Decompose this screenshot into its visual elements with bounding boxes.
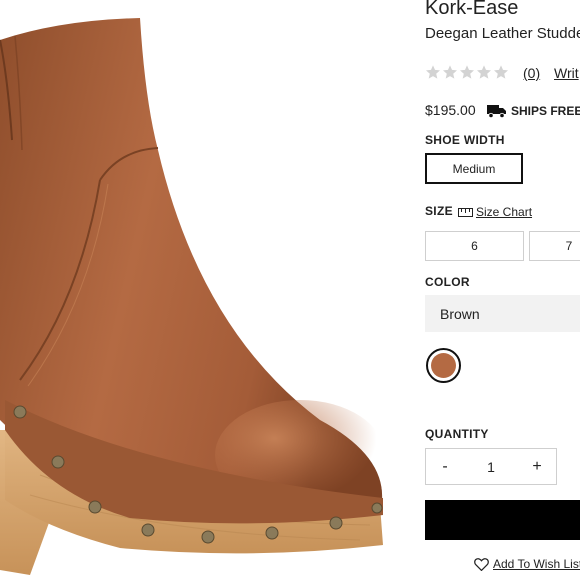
truck-icon bbox=[487, 104, 506, 118]
shoe-width-label: SHOE WIDTH bbox=[425, 133, 505, 147]
star-icon bbox=[460, 65, 474, 79]
add-to-bag-button[interactable] bbox=[425, 500, 580, 540]
price: $195.00 bbox=[425, 102, 476, 118]
quantity-stepper: - 1 + bbox=[425, 448, 557, 485]
increase-quantity-button[interactable]: + bbox=[518, 449, 556, 484]
size-chart-link[interactable]: Size Chart bbox=[458, 204, 532, 220]
shipping-info: SHIPS FREE - bbox=[487, 102, 580, 119]
size-chart-label[interactable]: Size Chart bbox=[476, 205, 532, 219]
width-option-medium[interactable]: Medium bbox=[425, 153, 523, 184]
swatch-fill bbox=[431, 353, 456, 378]
size-label: SIZE bbox=[425, 204, 453, 218]
review-count-link[interactable]: (0) bbox=[523, 65, 540, 81]
size-option[interactable]: 6 bbox=[425, 231, 524, 261]
product-title: Deegan Leather Studde bbox=[425, 25, 580, 42]
heart-icon bbox=[474, 557, 489, 571]
boot-illustration bbox=[0, 18, 385, 575]
write-review-link[interactable]: Writ bbox=[554, 65, 579, 81]
add-to-wishlist-link[interactable]: Add To Wish List bbox=[474, 556, 580, 572]
quantity-value[interactable]: 1 bbox=[464, 459, 518, 475]
product-details-panel: Kork-Ease Deegan Leather Studde (0) Writ… bbox=[425, 0, 580, 580]
quantity-label: QUANTITY bbox=[425, 427, 489, 441]
shipping-text: SHIPS FREE - bbox=[511, 103, 580, 118]
product-image[interactable] bbox=[0, 0, 415, 580]
color-label: COLOR bbox=[425, 275, 470, 289]
star-icon bbox=[494, 65, 508, 79]
brand-name[interactable]: Kork-Ease bbox=[425, 0, 518, 20]
star-icon bbox=[443, 65, 457, 79]
color-select[interactable]: Brown bbox=[425, 295, 580, 332]
wishlist-label[interactable]: Add To Wish List bbox=[493, 557, 580, 571]
size-option[interactable]: 7 bbox=[529, 231, 580, 261]
color-swatch-brown[interactable] bbox=[426, 348, 461, 383]
rating-row bbox=[425, 63, 509, 81]
star-icon bbox=[477, 65, 491, 79]
ruler-icon bbox=[458, 207, 473, 217]
star-icon bbox=[426, 65, 440, 79]
decrease-quantity-button[interactable]: - bbox=[426, 449, 464, 484]
rating-stars bbox=[425, 64, 509, 80]
